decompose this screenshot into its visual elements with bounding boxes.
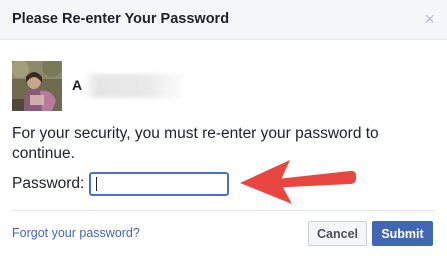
dialog-header: Please Re-enter Your Password × [0, 0, 447, 40]
footer-divider [12, 210, 435, 211]
password-input[interactable] [89, 172, 229, 196]
profile-photo-icon [12, 61, 62, 111]
close-icon[interactable]: × [424, 9, 435, 30]
security-message: For your security, you must re-enter you… [12, 125, 379, 162]
cancel-button[interactable]: Cancel [308, 221, 367, 246]
redacted-username [84, 74, 188, 98]
username: A [72, 77, 83, 93]
arrow-icon [240, 160, 356, 204]
text-cursor [96, 177, 97, 191]
dialog-title: Please Re-enter Your Password [12, 11, 230, 27]
avatar [12, 61, 62, 111]
submit-button[interactable]: Submit [372, 221, 433, 246]
forgot-password-link[interactable]: Forgot your password? [12, 226, 140, 240]
password-label: Password: [12, 175, 85, 192]
reenter-password-dialog: Please Re-enter Your Password × A For yo… [0, 0, 447, 258]
